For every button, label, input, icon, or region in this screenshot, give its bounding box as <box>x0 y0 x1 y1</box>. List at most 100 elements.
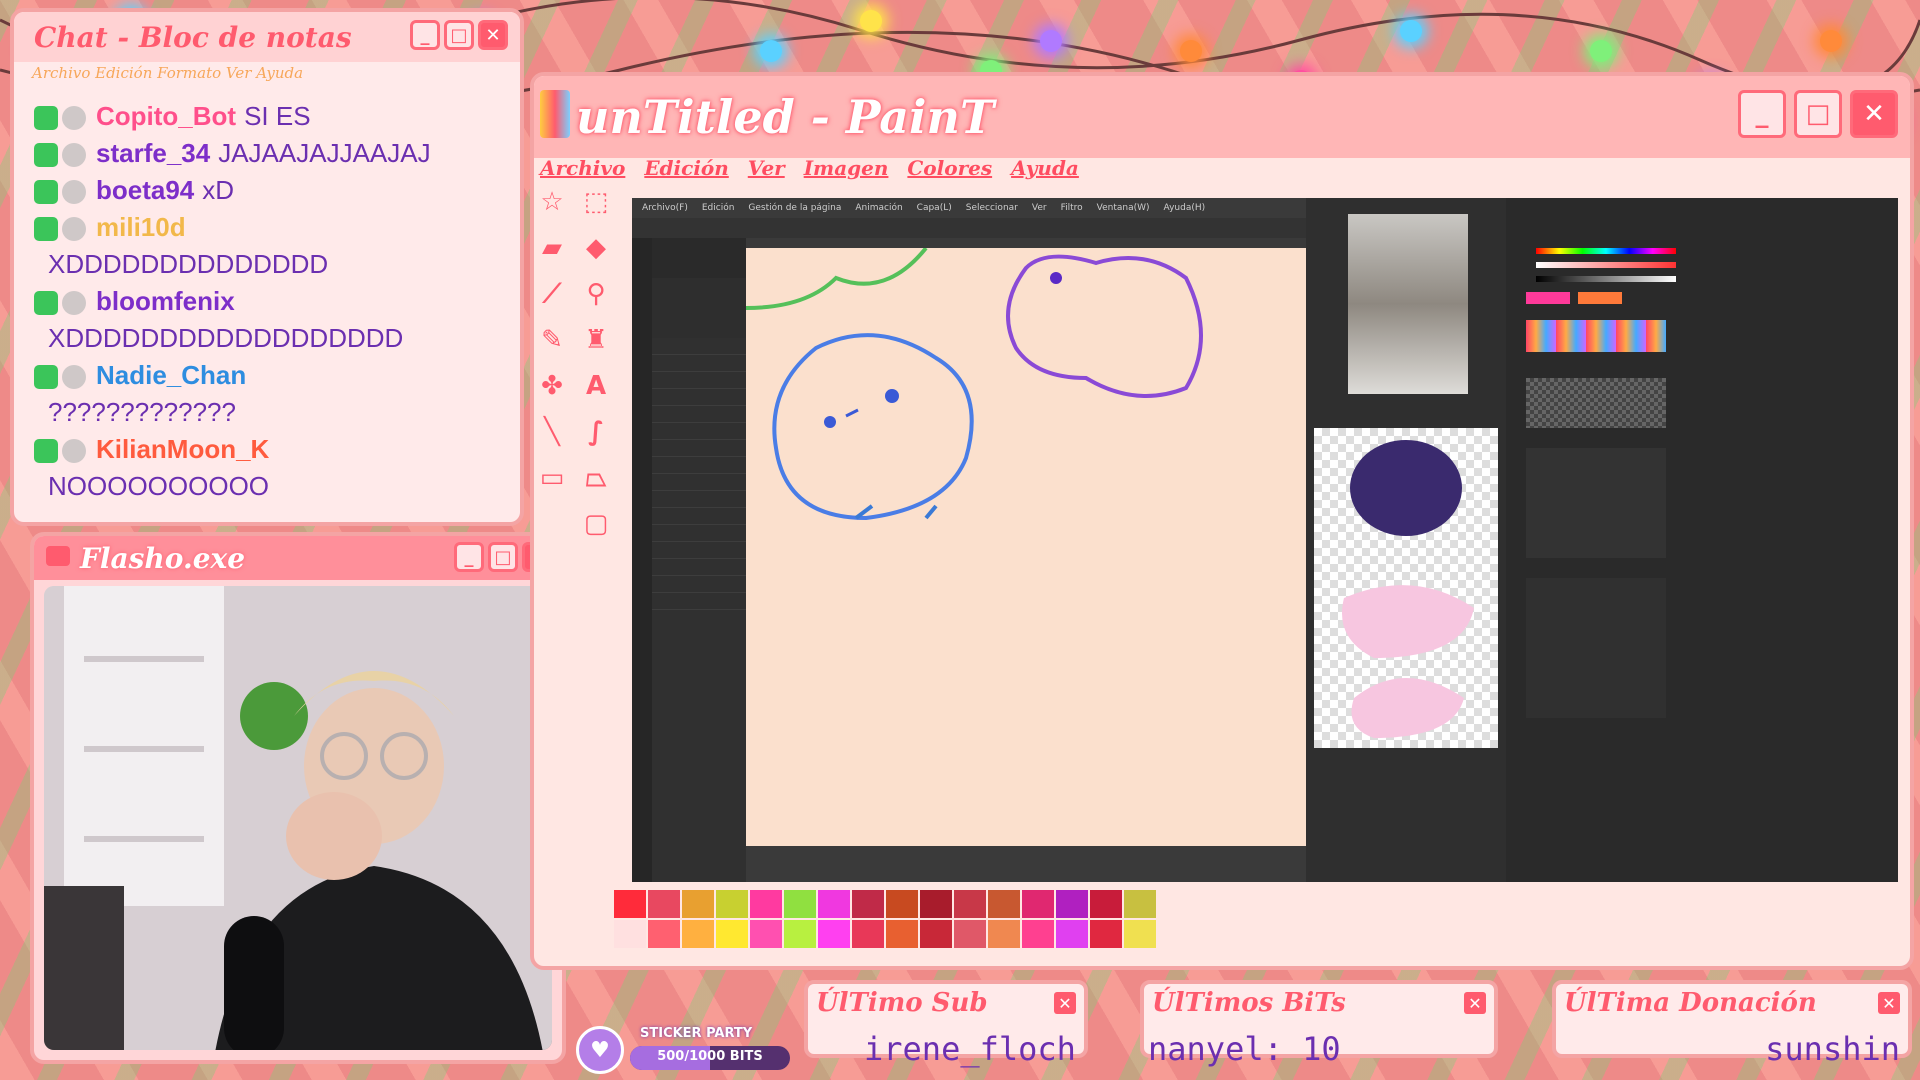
csp-menu-item[interactable]: Edición <box>702 203 735 213</box>
free-select-icon[interactable]: ☆ <box>534 184 570 220</box>
line-tool-icon[interactable]: ╲ <box>534 414 570 450</box>
color-set-grid[interactable] <box>1526 378 1666 428</box>
close-button[interactable]: ✕ <box>478 20 508 50</box>
magnifier-icon[interactable]: ⚲ <box>578 276 614 312</box>
layer-row[interactable] <box>652 525 746 542</box>
close-icon[interactable]: ✕ <box>1054 992 1076 1014</box>
layer-row[interactable] <box>652 423 746 440</box>
rectangle-tool-icon[interactable]: ▭ <box>534 460 570 496</box>
layer-row[interactable] <box>652 457 746 474</box>
color-swatch[interactable] <box>920 920 952 948</box>
layer-row[interactable] <box>652 474 746 491</box>
chat-username[interactable]: starfe_34 <box>96 138 210 168</box>
color-swatch[interactable] <box>988 920 1020 948</box>
color-swatch[interactable] <box>954 920 986 948</box>
minimize-button[interactable]: _ <box>454 542 484 572</box>
csp-menu-item[interactable]: Capa(L) <box>917 203 952 213</box>
brush-icon[interactable]: ♜ <box>578 322 614 358</box>
csp-menu-item[interactable]: Seleccionar <box>966 203 1018 213</box>
layer-row[interactable] <box>652 593 746 610</box>
layer-row[interactable] <box>652 542 746 559</box>
maximize-button[interactable]: □ <box>488 542 518 572</box>
eyedropper-icon[interactable]: ⟋ <box>534 276 570 312</box>
color-swatch[interactable] <box>1090 890 1122 918</box>
layer-row[interactable] <box>652 389 746 406</box>
menu-ver[interactable]: Ver <box>748 156 785 180</box>
layer-row[interactable] <box>652 355 746 372</box>
brush-list[interactable] <box>1526 448 1666 558</box>
color-swatch[interactable] <box>682 920 714 948</box>
color-swatch[interactable] <box>1022 890 1054 918</box>
rounded-rect-tool-icon[interactable]: ▢ <box>578 506 614 542</box>
chat-username[interactable]: Nadie_Chan <box>96 360 246 390</box>
drawing-canvas-area[interactable] <box>745 238 1336 882</box>
eraser-icon[interactable]: ▰ <box>534 230 570 266</box>
color-swatch[interactable] <box>716 890 748 918</box>
close-button[interactable]: ✕ <box>1850 90 1898 138</box>
color-swatch[interactable] <box>614 920 646 948</box>
maximize-button[interactable]: □ <box>1794 90 1842 138</box>
csp-menu-item[interactable]: Ayuda(H) <box>1164 203 1206 213</box>
color-swatch[interactable] <box>750 920 782 948</box>
minimize-button[interactable]: _ <box>410 20 440 50</box>
color-swatch[interactable] <box>988 890 1020 918</box>
chat-username[interactable]: mili10d <box>96 212 186 242</box>
csp-menu-item[interactable]: Animación <box>855 203 902 213</box>
chat-username[interactable]: Copito_Bot <box>96 101 236 131</box>
menu-ayuda[interactable]: Ayuda <box>1011 156 1079 180</box>
color-swatch[interactable] <box>784 890 816 918</box>
csp-menu-item[interactable]: Ver <box>1032 203 1047 213</box>
csp-menu-item[interactable]: Archivo(F) <box>642 203 688 213</box>
color-swatch[interactable] <box>750 890 782 918</box>
maximize-button[interactable]: □ <box>444 20 474 50</box>
color-swatch[interactable] <box>920 890 952 918</box>
layer-row[interactable] <box>652 338 746 355</box>
color-swatch[interactable] <box>1056 890 1088 918</box>
sub-color-swatch[interactable] <box>1578 292 1622 304</box>
color-history-grid[interactable] <box>1526 320 1666 352</box>
color-swatch[interactable] <box>818 890 850 918</box>
color-swatch[interactable] <box>614 890 646 918</box>
color-swatch[interactable] <box>954 890 986 918</box>
chat-username[interactable]: KilianMoon_K <box>96 434 269 464</box>
color-swatch[interactable] <box>1124 920 1156 948</box>
color-swatch[interactable] <box>1090 920 1122 948</box>
chat-username[interactable]: boeta94 <box>96 175 194 205</box>
chat-menubar[interactable]: Archivo Edición Formato Ver Ayuda <box>32 64 303 82</box>
color-swatch[interactable] <box>682 890 714 918</box>
layer-row[interactable] <box>652 576 746 593</box>
color-swatch[interactable] <box>818 920 850 948</box>
airbrush-icon[interactable]: ✤ <box>534 368 570 404</box>
menu-edicion[interactable]: Edición <box>644 156 728 180</box>
layer-row[interactable] <box>652 508 746 525</box>
clip-studio-sidebar[interactable] <box>632 238 652 882</box>
color-tool-panel[interactable] <box>1506 198 1898 882</box>
color-swatch[interactable] <box>886 920 918 948</box>
color-swatch[interactable] <box>852 920 884 948</box>
close-icon[interactable]: ✕ <box>1878 992 1900 1014</box>
color-swatch[interactable] <box>648 920 680 948</box>
main-color-swatch[interactable] <box>1526 292 1570 304</box>
color-swatch[interactable] <box>1056 920 1088 948</box>
color-swatch[interactable] <box>1022 920 1054 948</box>
fill-bucket-icon[interactable]: ◆ <box>578 230 614 266</box>
color-swatch[interactable] <box>784 920 816 948</box>
layer-row[interactable] <box>652 372 746 389</box>
csp-menu-item[interactable]: Filtro <box>1061 203 1083 213</box>
polygon-tool-icon[interactable]: ⏢ <box>578 460 614 496</box>
color-swatch[interactable] <box>648 890 680 918</box>
layer-panel[interactable] <box>652 238 746 882</box>
rect-select-icon[interactable]: ⬚ <box>578 184 614 220</box>
menu-imagen[interactable]: Imagen <box>804 156 889 180</box>
saturation-slider[interactable] <box>1536 262 1676 268</box>
layer-row[interactable] <box>652 491 746 508</box>
layer-row[interactable] <box>652 440 746 457</box>
pencil-icon[interactable]: ✎ <box>534 322 570 358</box>
value-slider[interactable] <box>1536 276 1676 282</box>
layer-row[interactable] <box>652 559 746 576</box>
drawing-canvas[interactable] <box>745 246 1336 846</box>
color-swatch[interactable] <box>1124 890 1156 918</box>
color-swatch[interactable] <box>886 890 918 918</box>
menu-archivo[interactable]: Archivo <box>540 156 625 180</box>
color-swatch[interactable] <box>852 890 884 918</box>
